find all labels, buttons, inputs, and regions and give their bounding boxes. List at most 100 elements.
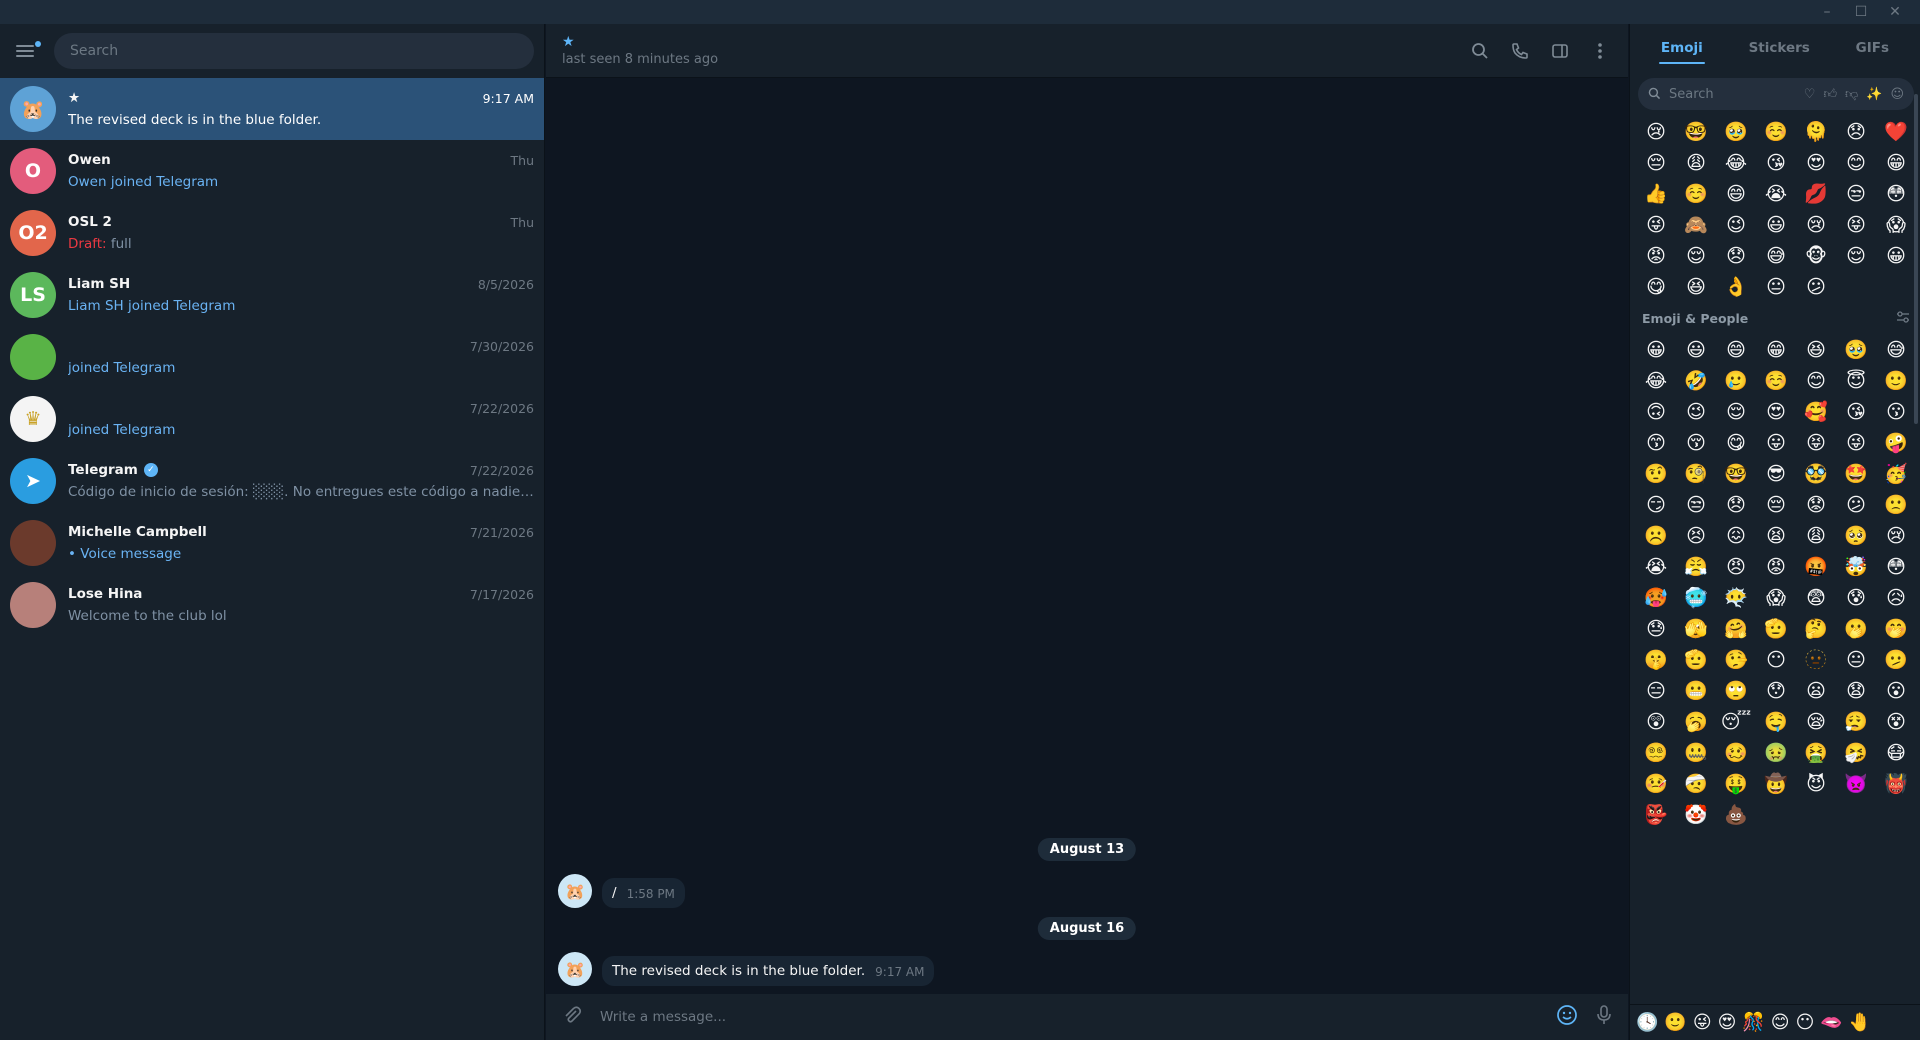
emoji-item[interactable]: 🙄 <box>1720 679 1752 703</box>
message-input[interactable] <box>600 1009 1556 1025</box>
minimize-button[interactable]: – <box>1810 0 1844 24</box>
emoji-item[interactable]: 🧐 <box>1680 462 1712 486</box>
chat-list-item[interactable]: ➤ Telegram ✓ 7/22/2026 Código de inicio d… <box>0 450 544 512</box>
emoji-item[interactable]: 😩 <box>1800 524 1832 548</box>
emoji-item[interactable]: 🤐 <box>1680 741 1712 765</box>
emoji-item[interactable]: 🤡 <box>1680 803 1712 827</box>
sender-avatar[interactable]: 🐹 <box>558 952 592 986</box>
phone-icon[interactable] <box>1508 39 1532 63</box>
emoji-item[interactable]: 🤯 <box>1840 555 1872 579</box>
emoji-item[interactable]: 🤒 <box>1640 772 1672 796</box>
emoji-item[interactable]: 🥳 <box>1880 462 1912 486</box>
emoji-item[interactable]: 😄 <box>1720 338 1752 362</box>
emoji-item[interactable]: 🤨 <box>1640 462 1672 486</box>
emoji-category-icon[interactable]: 🎊 <box>1742 1012 1764 1033</box>
emoji-item[interactable]: 😞 <box>1720 493 1752 517</box>
emoji-item[interactable]: 😭 <box>1760 182 1792 206</box>
thumbs-up-icon[interactable]: 👍︎ <box>1823 87 1837 102</box>
emoji-item[interactable]: 😆 <box>1680 275 1712 299</box>
emoji-item[interactable]: 😉 <box>1680 400 1712 424</box>
emoji-item[interactable]: 😍 <box>1760 400 1792 424</box>
emoji-item[interactable]: 🤫 <box>1640 648 1672 672</box>
emoji-item[interactable]: 🤬 <box>1800 555 1832 579</box>
chat-list-item[interactable]: LS Liam SH 8/5/2026 Liam SH joined Teleg… <box>0 264 544 326</box>
emoji-item[interactable]: 😣 <box>1680 524 1712 548</box>
emoji-item[interactable]: 👌 <box>1720 275 1752 299</box>
emoji-item[interactable]: 😦 <box>1800 679 1832 703</box>
heart-icon[interactable]: ♡ <box>1804 87 1816 102</box>
emoji-item[interactable]: 🥶 <box>1680 586 1712 610</box>
emoji-item[interactable]: 😂 <box>1640 369 1672 393</box>
emoji-item[interactable]: 😤 <box>1680 555 1712 579</box>
emoji-item[interactable]: 😋 <box>1640 275 1672 299</box>
emoji-item[interactable]: 🤠 <box>1760 772 1792 796</box>
emoji-item[interactable]: 😌 <box>1840 244 1872 268</box>
emoji-item[interactable]: 😉 <box>1720 213 1752 237</box>
emoji-item[interactable]: 😀 <box>1640 338 1672 362</box>
emoji-item[interactable]: 🫥 <box>1800 648 1832 672</box>
emoji-item[interactable]: 👺 <box>1640 803 1672 827</box>
hamburger-menu-icon[interactable] <box>16 41 41 59</box>
emoji-item[interactable]: 🤑 <box>1720 772 1752 796</box>
search-input[interactable] <box>70 43 518 59</box>
emoji-item[interactable]: ☺️ <box>1760 120 1792 144</box>
emoji-item[interactable]: 😅 <box>1760 244 1792 268</box>
chat-list-item[interactable]: O2 OSL 2 Thu Draft: full <box>0 202 544 264</box>
search-icon[interactable] <box>1468 39 1492 63</box>
emoji-item[interactable]: ☹️ <box>1640 524 1672 548</box>
emoji-item[interactable]: 😇 <box>1840 369 1872 393</box>
chat-avatar[interactable] <box>10 582 56 628</box>
emoji-item[interactable]: 😞 <box>1840 120 1872 144</box>
emoji-item[interactable]: 😧 <box>1840 679 1872 703</box>
emoji-item[interactable]: 🤧 <box>1840 741 1872 765</box>
chat-avatar[interactable]: O <box>10 148 56 194</box>
chat-list-item[interactable]: ♛ 7/22/2026 joined Telegram <box>0 388 544 450</box>
emoji-category-icon[interactable]: 😊 <box>1771 1012 1790 1033</box>
emoji-item[interactable]: 🥵 <box>1640 586 1672 610</box>
emoji-item[interactable]: 🙁 <box>1880 493 1912 517</box>
emoji-item[interactable]: 😁 <box>1760 338 1792 362</box>
peer-info[interactable]: ★ last seen 8 minutes ago <box>562 34 718 67</box>
emoji-item[interactable]: 😕 <box>1840 493 1872 517</box>
emoji-item[interactable]: 😨 <box>1800 586 1832 610</box>
emoji-item[interactable]: 😰 <box>1840 586 1872 610</box>
emoji-item[interactable]: 🫢 <box>1840 617 1872 641</box>
party-icon[interactable]: ✨ <box>1866 87 1882 102</box>
emoji-item[interactable]: 🤭 <box>1880 617 1912 641</box>
emoji-item[interactable]: 😄 <box>1720 182 1752 206</box>
emoji-item[interactable]: 😵 <box>1880 710 1912 734</box>
emoji-item[interactable]: 😩 <box>1680 151 1712 175</box>
emoji-item[interactable]: 🤣 <box>1680 369 1712 393</box>
emoji-item[interactable]: 😳 <box>1880 182 1912 206</box>
tab-emoji[interactable]: Emoji <box>1651 28 1713 68</box>
message[interactable]: 🐹 The revised deck is in the blue folder… <box>558 952 935 986</box>
emoji-item[interactable]: 😆 <box>1800 338 1832 362</box>
emoji-item[interactable]: 😯 <box>1760 679 1792 703</box>
emoji-item[interactable]: 🫠 <box>1800 120 1832 144</box>
emoji-item[interactable]: 😳 <box>1880 555 1912 579</box>
emoji-item[interactable]: 😂 <box>1720 151 1752 175</box>
maximize-button[interactable]: ☐ <box>1844 0 1878 24</box>
emoji-item[interactable]: 😜 <box>1840 431 1872 455</box>
emoji-item[interactable]: 😱 <box>1880 213 1912 237</box>
emoji-item[interactable]: 👍 <box>1640 182 1672 206</box>
emoji-item[interactable]: 😵‍💫 <box>1640 741 1672 765</box>
emoji-item[interactable]: 🥴 <box>1720 741 1752 765</box>
emoji-item[interactable]: 😔 <box>1640 151 1672 175</box>
emoji-item[interactable]: 😀 <box>1880 244 1912 268</box>
search-box[interactable] <box>54 33 534 69</box>
emoji-item[interactable]: 🤗 <box>1720 617 1752 641</box>
emoji-search-input[interactable] <box>1669 86 1759 102</box>
emoji-item[interactable]: 😲 <box>1640 710 1672 734</box>
emoji-item[interactable]: 💩 <box>1720 803 1752 827</box>
emoji-item[interactable]: ☺️ <box>1680 182 1712 206</box>
emoji-item[interactable]: 🤔 <box>1800 617 1832 641</box>
emoji-item[interactable]: 😚 <box>1680 431 1712 455</box>
emoji-item[interactable]: 😎 <box>1760 462 1792 486</box>
emoji-item[interactable]: 😝 <box>1840 213 1872 237</box>
emoji-item[interactable]: 😝 <box>1800 431 1832 455</box>
emoji-item[interactable]: 😁 <box>1880 151 1912 175</box>
emoji-item[interactable]: 😢 <box>1800 213 1832 237</box>
emoji-item[interactable]: 🤤 <box>1760 710 1792 734</box>
emoji-item[interactable]: 🫡 <box>1680 648 1712 672</box>
